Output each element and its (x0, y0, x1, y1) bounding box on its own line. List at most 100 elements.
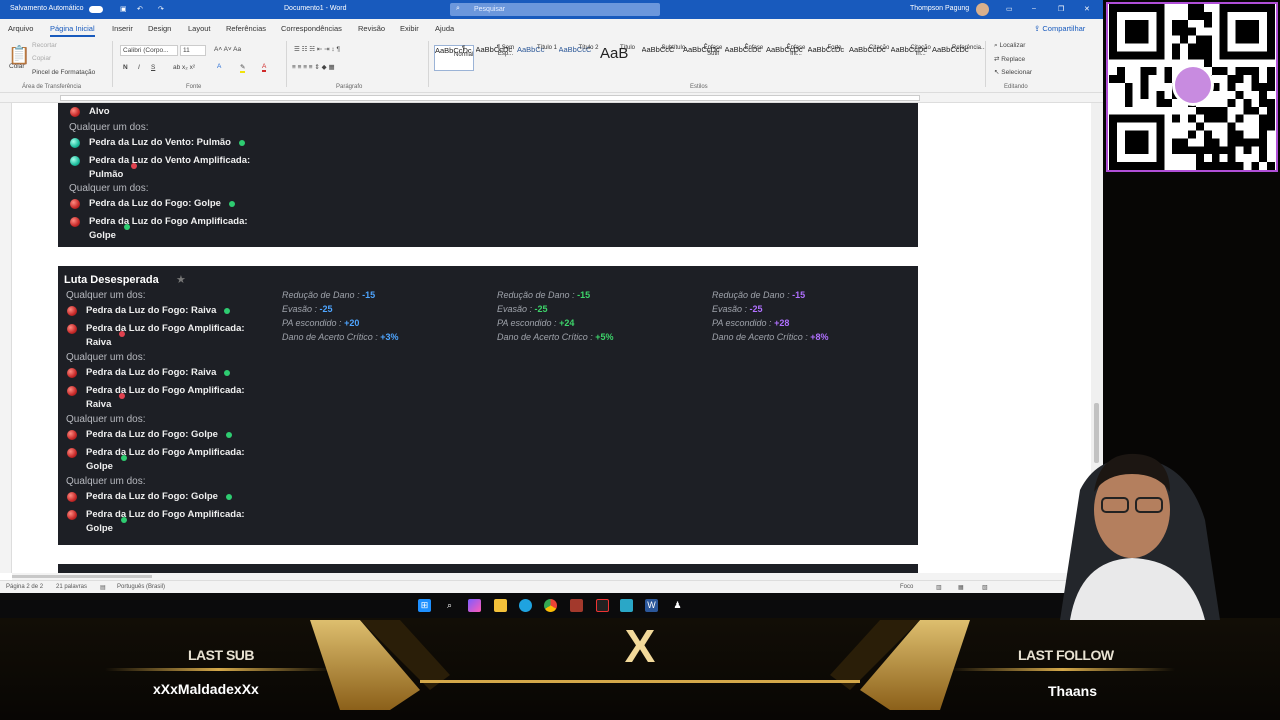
menu-arquivo[interactable]: Arquivo (8, 24, 33, 33)
bold-icon[interactable]: N (123, 64, 128, 71)
horizontal-scrollbar[interactable] (12, 573, 1091, 580)
stone-name[interactable]: Pedra da Luz do Fogo: Golpe (89, 198, 221, 209)
edge-icon[interactable] (519, 599, 532, 612)
start-icon[interactable]: ⊞ (418, 599, 431, 612)
replace-button[interactable]: ⇄ Replace (994, 55, 1025, 63)
focus-button[interactable]: Foco (900, 584, 913, 590)
menu-design[interactable]: Design (148, 24, 171, 33)
vertical-ruler[interactable] (0, 103, 12, 573)
search-box[interactable]: Pesquisar (450, 3, 660, 16)
menu-pagina-inicial[interactable]: Página Inicial (50, 24, 95, 37)
horizontal-ruler[interactable] (0, 93, 1103, 103)
star-icon[interactable]: ★ (176, 273, 186, 286)
avatar[interactable] (976, 3, 989, 16)
style-10[interactable]: AaBbCcDc Citação (849, 45, 889, 71)
paragraph-group-label: Parágrafo (336, 84, 363, 90)
stone-name[interactable]: Pedra da Luz do Vento Amplificada: (89, 155, 250, 166)
underline-icon[interactable]: S (151, 64, 155, 71)
font-color-icon[interactable]: A (262, 63, 267, 72)
highlight-icon[interactable]: ✎ (240, 63, 246, 73)
copy-button[interactable]: Copiar (32, 55, 51, 62)
print-layout-icon[interactable]: ▦ (958, 584, 964, 591)
autosave-toggle[interactable] (89, 6, 103, 13)
minimize-icon[interactable]: – (1032, 5, 1036, 12)
stone-name[interactable]: Pedra da Luz do Fogo Amplificada: (86, 447, 245, 458)
menu-exibir[interactable]: Exibir (400, 24, 419, 33)
read-mode-icon[interactable]: ▥ (936, 584, 942, 591)
document-canvas[interactable]: Alvo Qualquer um dos: Pedra da Luz do Vent… (12, 103, 1091, 574)
style-0[interactable]: AaBbCcDc ¶ Normal (434, 45, 474, 71)
chrome-icon[interactable] (544, 599, 557, 612)
stone-name[interactable]: Pedra da Luz do Fogo Amplificada: (86, 509, 245, 520)
style-8[interactable]: AaBbCcDc Ênfase Int... (766, 45, 806, 71)
word-icon[interactable]: W (645, 599, 658, 612)
ribbon-display-icon[interactable]: ▭ (1006, 5, 1013, 13)
style-1[interactable]: AaBbCcDc ¶ Sem Esp... (476, 45, 516, 71)
format-painter-button[interactable]: Pincel de Formatação (32, 69, 95, 76)
search-input[interactable]: Pesquisar (474, 6, 505, 13)
stat-label: Redução de Dano (497, 290, 570, 300)
status-dot-red (119, 331, 125, 337)
italic-icon[interactable]: I (138, 64, 140, 71)
menu-correspondencias[interactable]: Correspondências (281, 24, 342, 33)
stone-name[interactable]: Pedra da Luz do Fogo: Raiva (86, 305, 216, 316)
word-window: Salvamento Automático ▣ ↶ ↷ Documento1 -… (0, 0, 1103, 593)
style-5[interactable]: AaBbCcC Subtítulo (642, 45, 686, 71)
game-icon[interactable] (570, 599, 583, 612)
maximize-icon[interactable]: ❐ (1058, 5, 1064, 13)
paste-button[interactable]: Colar (9, 63, 25, 70)
stone-name[interactable]: Pedra da Luz do Fogo: Golpe (86, 429, 218, 440)
menu-bar: Arquivo Página Inicial Inserir Design La… (0, 19, 1103, 37)
language[interactable]: Português (Brasil) (117, 584, 165, 590)
grow-font-icon[interactable]: A˄ A˅ Aa (214, 46, 241, 53)
word-count[interactable]: 21 palavras (56, 584, 87, 590)
style-3[interactable]: AaBbCcC Título 2 (559, 45, 599, 71)
redo-icon[interactable]: ↷ (158, 5, 164, 13)
font-name-select[interactable]: Calibri (Corpo... (120, 45, 178, 56)
menu-revisao[interactable]: Revisão (358, 24, 385, 33)
font-size-select[interactable]: 11 (180, 45, 206, 56)
stone-name[interactable]: Alvo (89, 106, 110, 117)
style-7[interactable]: AaBbCcDc Ênfase (725, 45, 765, 71)
menu-layout[interactable]: Layout (188, 24, 211, 33)
web-layout-icon[interactable]: ▧ (982, 584, 988, 591)
stone-name[interactable]: Pedra da Luz do Vento: Pulmão (89, 137, 231, 148)
style-label: Título (620, 45, 636, 51)
style-6[interactable]: AaBbCcDc Ênfase Sutil (683, 45, 723, 71)
text-effects-icon[interactable]: A (217, 63, 221, 70)
status-dot-green (226, 432, 232, 438)
menu-referencias[interactable]: Referências (226, 24, 266, 33)
proofing-icon[interactable]: ▤ (100, 584, 106, 591)
share-button[interactable]: ⇪ Compartilhar (1034, 24, 1085, 33)
close-icon[interactable]: ✕ (1084, 5, 1090, 13)
cut-button[interactable]: Recortar (32, 42, 57, 49)
stone-name[interactable]: Pedra da Luz do Fogo Amplificada: (89, 216, 248, 227)
style-9[interactable]: AaBbCcDc Forte (808, 45, 848, 71)
search-taskbar-icon[interactable]: ⌕ (443, 599, 456, 612)
bullets-icon[interactable]: ☰ ☷ ☵ ⇤ ⇥ ↕ ¶ (294, 45, 340, 53)
wind-stone-icon (70, 138, 80, 148)
page-count[interactable]: Página 2 de 2 (6, 584, 43, 590)
undo-icon[interactable]: ↶ (137, 5, 143, 13)
find-button[interactable]: ⌕ Localizar (994, 42, 1025, 50)
stone-name[interactable]: Pedra da Luz do Fogo Amplificada: (86, 385, 245, 396)
align-icons[interactable]: ≡ ≡ ≡ ≡ ⇕ ◆ ▦ (292, 63, 335, 71)
stone-name[interactable]: Pedra da Luz do Fogo: Golpe (86, 491, 218, 502)
style-4[interactable]: AaB Título (600, 45, 640, 71)
menu-inserir[interactable]: Inserir (112, 24, 133, 33)
menu-ajuda[interactable]: Ajuda (435, 24, 454, 33)
steam-icon[interactable]: ♟ (671, 599, 684, 612)
obs-icon[interactable] (596, 599, 609, 612)
style-12[interactable]: AaBbCcDc Referência... (932, 45, 986, 71)
strikethrough-icon[interactable]: ab x₂ x² (173, 64, 195, 71)
select-button[interactable]: ↖ Selecionar (994, 68, 1032, 76)
style-2[interactable]: AaBbCc Título 1 (517, 45, 557, 71)
copilot-icon[interactable] (468, 599, 481, 612)
user-name: Thompson Pagung (910, 5, 970, 12)
style-11[interactable]: AaBbCcDc Citação In... (891, 45, 931, 71)
app-icon[interactable] (620, 599, 633, 612)
file-explorer-icon[interactable] (494, 599, 507, 612)
stone-name[interactable]: Pedra da Luz do Fogo Amplificada: (86, 323, 245, 334)
stone-name[interactable]: Pedra da Luz do Fogo: Raiva (86, 367, 216, 378)
save-icon[interactable]: ▣ (120, 5, 127, 13)
